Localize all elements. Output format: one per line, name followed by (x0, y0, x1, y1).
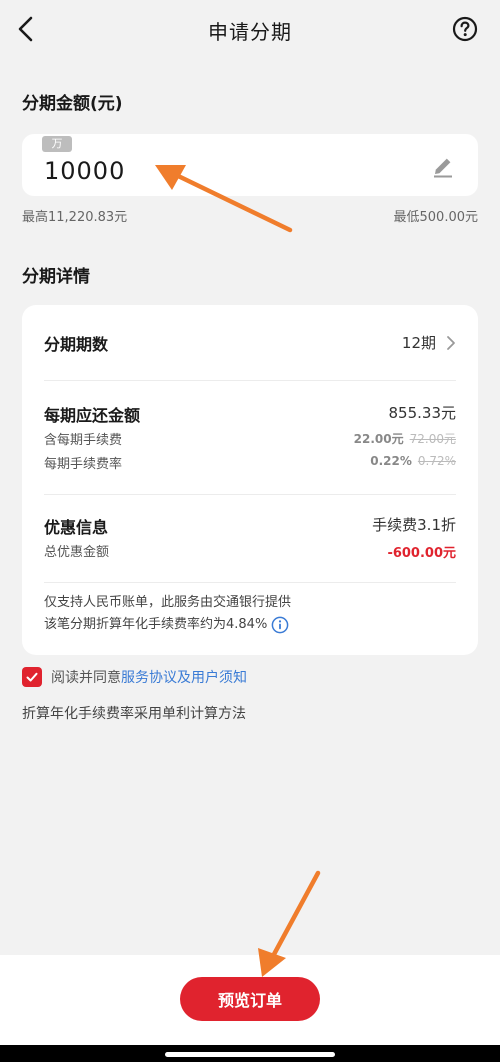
rate-value-group: 0.22% 0.72% (370, 454, 456, 468)
per-period-label: 每期应还金额 (44, 406, 141, 425)
fee-original: 72.00元 (409, 432, 456, 446)
rate-label: 每期手续费率 (44, 457, 123, 472)
calculation-method-note: 折算年化手续费率采用单利计算方法 (22, 706, 246, 722)
min-amount-label: 最低500.00元 (393, 210, 479, 225)
checkmark-icon (26, 672, 38, 682)
fee-label: 含每期手续费 (44, 433, 123, 448)
annual-rate-note: 该笔分期折算年化手续费率约为4.84% (44, 614, 289, 636)
periods-value: 12期 (401, 334, 436, 352)
preview-order-button[interactable]: 预览订单 (180, 977, 320, 1021)
promo-value: 手续费3.1折 (372, 516, 456, 534)
max-amount-label: 最高11,220.83元 (22, 210, 128, 225)
agreement-row: 阅读并同意 服务协议及用户须知 (22, 666, 247, 688)
amount-section-title: 分期金额(元) (22, 94, 123, 114)
promo-label: 优惠信息 (44, 518, 109, 537)
divider (44, 380, 456, 381)
total-discount-value: -600.00元 (387, 546, 456, 561)
unit-tag: 万 (42, 136, 72, 152)
agreement-checkbox[interactable] (22, 667, 42, 687)
periods-label: 分期期数 (44, 335, 109, 354)
per-period-value: 855.33元 (388, 404, 457, 422)
detail-card: 分期期数 12期 每期应还金额 855.33元 含每期手续费 22.00元 72.… (22, 305, 478, 655)
help-icon[interactable] (452, 16, 478, 42)
total-discount-label: 总优惠金额 (44, 545, 110, 560)
pencil-icon[interactable] (430, 153, 456, 179)
info-icon[interactable] (271, 616, 289, 634)
system-home-bar (0, 1045, 500, 1062)
rate-value: 0.22% (370, 454, 412, 468)
page-title: 申请分期 (208, 19, 292, 44)
divider (44, 582, 456, 583)
service-note: 仅支持人民币账单，此服务由交通银行提供 (44, 595, 292, 610)
chevron-right-icon (447, 336, 455, 350)
detail-section-title: 分期详情 (22, 267, 90, 287)
back-arrow-icon[interactable] (14, 14, 38, 44)
amount-input[interactable] (44, 154, 404, 188)
agreement-prefix: 阅读并同意 (51, 670, 121, 686)
divider (44, 494, 456, 495)
rate-original: 0.72% (417, 454, 456, 468)
fee-value: 22.00元 (353, 432, 404, 446)
bottom-action-bar: 预览订单 (0, 955, 500, 1045)
header-bar: 申请分期 (0, 0, 500, 60)
fee-value-group: 22.00元 72.00元 (354, 430, 456, 447)
amount-input-card: 万 (22, 134, 478, 196)
home-indicator (165, 1052, 335, 1057)
annual-rate-text: 该笔分期折算年化手续费率约为4.84% (44, 617, 268, 632)
agreement-link[interactable]: 服务协议及用户须知 (121, 667, 247, 687)
periods-row[interactable]: 分期期数 12期 (22, 327, 478, 357)
